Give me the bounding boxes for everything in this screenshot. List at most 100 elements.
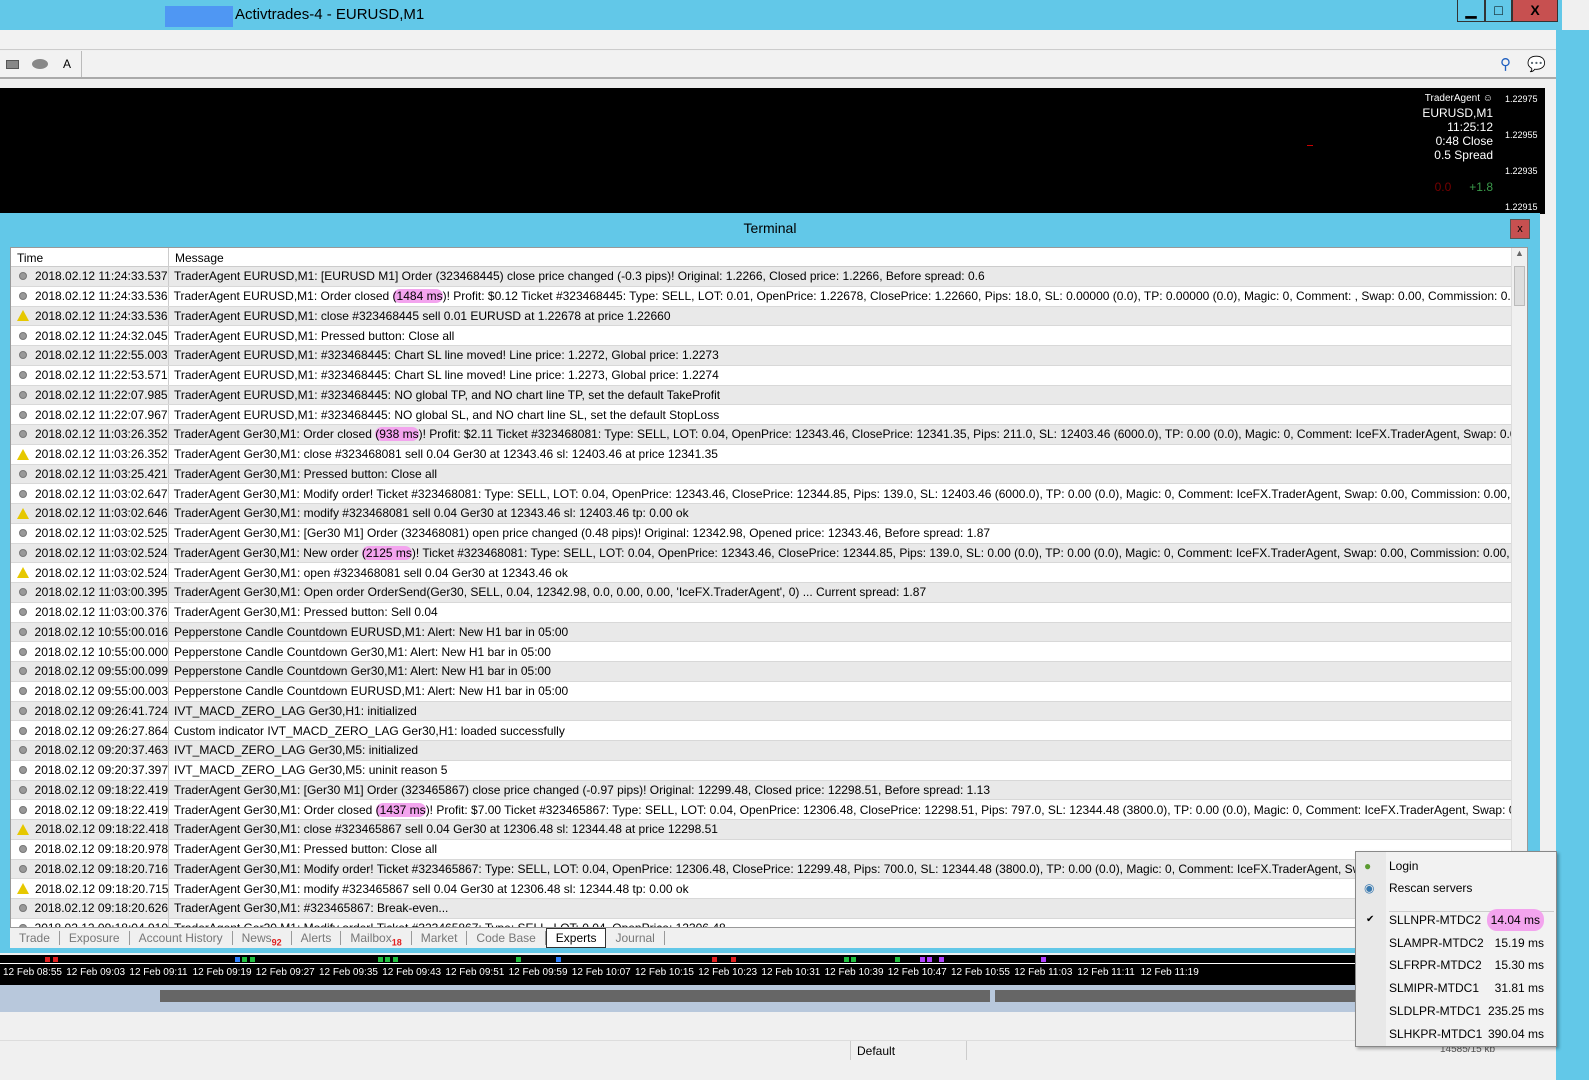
log-row[interactable]: 2018.02.12 11:24:33.536 TraderAgent EURUS… [11, 286, 1527, 307]
tab-exposure[interactable]: Exposure [60, 931, 130, 945]
tab-news[interactable]: News92 [233, 931, 292, 948]
server-item[interactable]: ✔ SLLNPR-MTDC2 14.04 ms [1356, 909, 1556, 931]
event-marker [731, 957, 736, 962]
log-row[interactable]: 2018.02.12 11:03:02.647 TraderAgent Ger30… [11, 484, 1527, 504]
chart-navigator[interactable] [160, 990, 990, 1002]
log-row[interactable]: 2018.02.12 11:03:00.395 TraderAgent Ger30… [11, 583, 1527, 603]
server-item[interactable]: SLDLPR-MTDC1 235.25 ms [1356, 1000, 1556, 1022]
log-row[interactable]: 2018.02.12 10:55:00.016 Pepperstone Candl… [11, 622, 1527, 643]
redacted-account [165, 6, 233, 27]
message-text: TraderAgent EURUSD,M1: #323468445: NO gl… [174, 387, 721, 402]
tab-mailbox[interactable]: Mailbox18 [341, 931, 412, 948]
log-row[interactable]: 2018.02.12 09:26:41.724 IVT_MACD_ZERO_LAG… [11, 701, 1527, 722]
time-label: 12 Feb 09:59 [508, 967, 568, 978]
tab-badge: 18 [391, 937, 402, 948]
log-message: TraderAgent EURUSD,M1: [EURUSD M1] Order… [169, 269, 985, 283]
tab-journal[interactable]: Journal [606, 931, 665, 945]
chart-spread: 0.5 Spread [1434, 148, 1493, 162]
log-row[interactable]: 2018.02.12 11:22:53.571 TraderAgent EURUS… [11, 365, 1527, 386]
log-row[interactable]: 2018.02.12 09:18:20.716 TraderAgent Ger30… [11, 859, 1527, 880]
warning-icon [17, 823, 29, 835]
log-row[interactable]: 2018.02.12 11:22:07.985 TraderAgent EURUS… [11, 385, 1527, 406]
column-message[interactable]: Message [169, 248, 230, 266]
maximize-button[interactable]: □ [1485, 0, 1512, 22]
server-item[interactable]: SLAMPR-MTDC2 15.19 ms [1356, 932, 1556, 954]
message-text: TraderAgent EURUSD,M1: close #323468445 … [174, 308, 671, 323]
vertical-scrollbar[interactable]: ▲ [1511, 248, 1527, 927]
server-item[interactable]: SLMIPR-MTDC1 31.81 ms [1356, 977, 1556, 999]
table-header: Time Message [11, 248, 1527, 267]
close-button[interactable]: X [1512, 0, 1558, 22]
tab-badge: 92 [271, 937, 282, 948]
price-tick: 1.22955 [1505, 130, 1538, 140]
message-text: TraderAgent Ger30,M1: [Ger30 M1] Order (… [174, 526, 991, 541]
menu-bar [0, 30, 1556, 50]
log-message: TraderAgent EURUSD,M1: #323468445: NO gl… [169, 408, 719, 422]
tab-market[interactable]: Market [412, 931, 468, 945]
menu-item-login[interactable]: ● Login [1356, 855, 1556, 877]
log-time-cell: 2018.02.12 11:24:32.045 [11, 326, 169, 345]
log-row[interactable]: 2018.02.12 09:18:20.626 TraderAgent Ger30… [11, 899, 1527, 919]
text-tool-button[interactable]: A [63, 57, 71, 71]
ellipse-tool-icon[interactable] [32, 59, 48, 69]
log-row[interactable]: 2018.02.12 09:20:37.397 IVT_MACD_ZERO_LAG… [11, 760, 1527, 781]
server-name: SLAMPR-MTDC2 [1389, 935, 1484, 950]
log-row[interactable]: 2018.02.12 11:03:00.376 TraderAgent Ger30… [11, 602, 1527, 623]
log-row[interactable]: 2018.02.12 09:55:00.003 Pepperstone Candl… [11, 681, 1527, 702]
log-row[interactable]: 2018.02.12 10:55:00.000 Pepperstone Candl… [11, 642, 1527, 662]
tab-label: Mailbox [350, 931, 392, 945]
column-time[interactable]: Time [11, 248, 169, 266]
scroll-up-icon[interactable]: ▲ [1512, 248, 1527, 264]
server-item[interactable]: SLFRPR-MTDC2 15.30 ms [1356, 954, 1556, 976]
menu-item-rescan[interactable]: ◉ Rescan servers [1356, 877, 1556, 899]
rectangle-tool-icon[interactable] [6, 60, 19, 69]
rescan-icon: ◉ [1364, 881, 1375, 895]
log-time-cell: 2018.02.12 11:03:02.646 [11, 504, 169, 523]
log-row[interactable]: 2018.02.12 11:03:02.646 TraderAgent Ger30… [11, 504, 1527, 524]
log-time-cell: 2018.02.12 11:22:53.571 [11, 365, 169, 385]
tab-account-history[interactable]: Account History [130, 931, 233, 945]
log-row[interactable]: 2018.02.12 11:24:32.045 TraderAgent EURUS… [11, 326, 1527, 346]
terminal-tabs: Trade Exposure Account History News92 Alerts… [10, 928, 1528, 948]
info-icon [19, 371, 27, 380]
price-chart[interactable] [0, 88, 1500, 214]
tab-experts[interactable]: Experts [545, 928, 607, 948]
scroll-thumb[interactable] [1514, 266, 1525, 306]
log-row[interactable]: 2018.02.12 09:26:27.864 Custom indicator … [11, 721, 1527, 741]
time-label: 12 Feb 08:55 [3, 967, 62, 978]
log-row[interactable]: 2018.02.12 09:18:22.419 TraderAgent Ger30… [11, 800, 1527, 820]
log-row[interactable]: 2018.02.12 09:18:04.910 TraderAgent Ger30… [11, 918, 1527, 927]
terminal-close-button[interactable]: x [1510, 219, 1530, 239]
minimize-button[interactable]: ▁ [1457, 0, 1485, 22]
log-row[interactable]: 2018.02.12 09:18:22.419 TraderAgent Ger30… [11, 780, 1527, 801]
log-row[interactable]: 2018.02.12 11:24:33.537 TraderAgent EURUS… [11, 267, 1527, 287]
message-text: TraderAgent Ger30,M1: close #323465867 s… [174, 822, 718, 837]
log-time: 2018.02.12 11:03:26.352 [35, 447, 168, 462]
log-row[interactable]: 2018.02.12 11:22:55.003 TraderAgent EURUS… [11, 346, 1527, 366]
log-message: TraderAgent EURUSD,M1: #323468445: Chart… [169, 368, 719, 382]
log-row[interactable]: 2018.02.12 11:03:26.352 TraderAgent Ger30… [11, 425, 1527, 445]
server-ping: 31.81 ms [1494, 981, 1544, 996]
chat-icon[interactable]: 💬 [1527, 55, 1546, 73]
server-item[interactable]: SLHKPR-MTDC1 390.04 ms [1356, 1023, 1556, 1045]
search-icon[interactable]: ⚲ [1500, 55, 1511, 73]
log-row[interactable]: 2018.02.12 11:03:26.352 TraderAgent Ger30… [11, 444, 1527, 465]
log-row[interactable]: 2018.02.12 11:03:02.524 TraderAgent Ger30… [11, 543, 1527, 564]
log-row[interactable]: 2018.02.12 11:03:25.421 TraderAgent Ger30… [11, 464, 1527, 485]
log-row[interactable]: 2018.02.12 11:22:07.967 TraderAgent EURUS… [11, 405, 1527, 425]
server-ping: 14.04 ms [1486, 909, 1544, 931]
log-row[interactable]: 2018.02.12 09:18:22.418 TraderAgent Ger30… [11, 820, 1527, 840]
tab-alerts[interactable]: Alerts [292, 931, 342, 945]
log-row[interactable]: 2018.02.12 09:20:37.463 IVT_MACD_ZERO_LAG… [11, 741, 1527, 761]
tab-label: Market [420, 931, 458, 945]
log-row[interactable]: 2018.02.12 09:55:00.099 Pepperstone Candl… [11, 662, 1527, 682]
log-time-cell: 2018.02.12 10:55:00.016 [11, 622, 169, 642]
log-row[interactable]: 2018.02.12 09:18:20.715 TraderAgent Ger30… [11, 879, 1527, 899]
latency-highlight: (1437 ms [375, 802, 426, 817]
log-row[interactable]: 2018.02.12 11:24:33.536 TraderAgent EURUS… [11, 306, 1527, 327]
log-row[interactable]: 2018.02.12 09:18:20.978 TraderAgent Ger30… [11, 839, 1527, 860]
tab-trade[interactable]: Trade [10, 931, 60, 945]
log-row[interactable]: 2018.02.12 11:03:02.525 TraderAgent Ger30… [11, 523, 1527, 544]
log-row[interactable]: 2018.02.12 11:03:02.524 TraderAgent Ger30… [11, 563, 1527, 583]
tab-code-base[interactable]: Code Base [467, 931, 546, 945]
